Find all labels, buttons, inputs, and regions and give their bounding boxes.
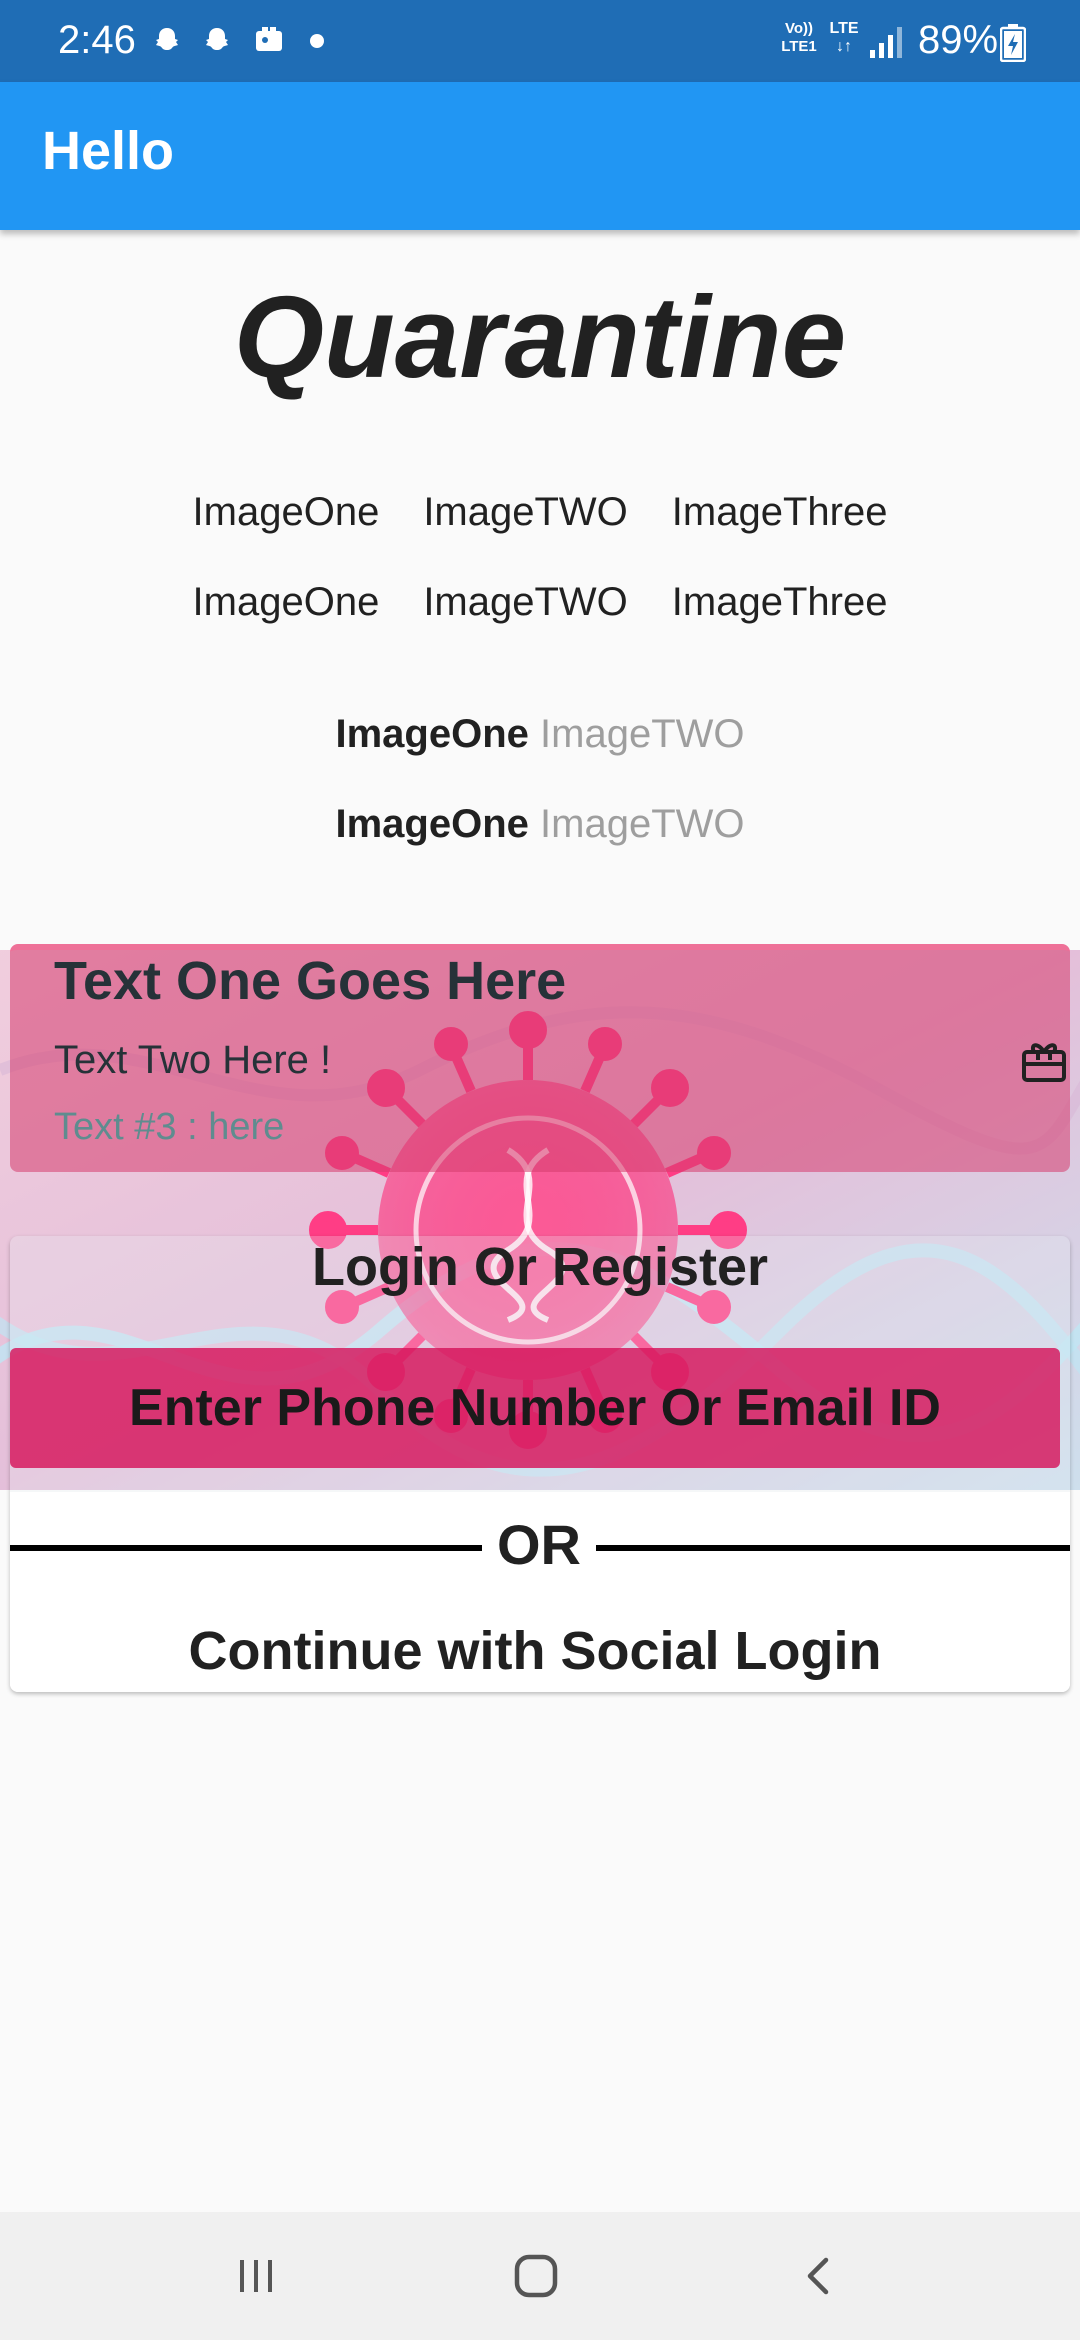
signal-icon — [870, 27, 902, 58]
image-label: ImageOne — [192, 490, 380, 534]
gift-card-icon[interactable] — [1020, 1038, 1068, 1086]
image-label: ImageTWO — [423, 580, 628, 624]
notification-dot — [310, 34, 324, 48]
image-row: ImageOne ImageTWO ImageThree — [0, 490, 1080, 535]
or-label: OR — [497, 1513, 581, 1576]
mixed-bold-label: ImageOne — [335, 802, 529, 846]
image-row: ImageOne ImageTWO ImageThree — [0, 580, 1080, 625]
volte-icon: Vo)) LTE1 — [781, 20, 817, 55]
page-title: Quarantine — [233, 272, 847, 402]
mixed-grey-label: ImageTWO — [540, 802, 745, 846]
social-login-button[interactable]: Continue with Social Login — [0, 1620, 1070, 1682]
back-icon[interactable] — [778, 2242, 858, 2310]
app-bar: Hello — [0, 82, 1080, 230]
image-label: ImageOne — [192, 580, 380, 624]
app-bar-title: Hello — [42, 121, 175, 181]
screen: 2:46 Vo)) LTE1 LTE ↓↑ 89% Hello Quaranti… — [0, 0, 1080, 2340]
snapchat-icon — [200, 22, 234, 58]
home-icon[interactable] — [496, 2242, 576, 2310]
battery-percentage: 89% — [918, 18, 999, 62]
lte-icon: LTE ↓↑ — [829, 20, 859, 55]
snapchat-icon — [150, 22, 184, 58]
mixed-row: ImageOne ImageTWO — [0, 712, 1080, 757]
card-caption: Text #3 : here — [54, 1106, 285, 1148]
info-card[interactable]: Text One Goes Here Text Two Here ! Text … — [10, 944, 1070, 1172]
status-time: 2:46 — [58, 18, 136, 62]
mixed-bold-label: ImageOne — [335, 712, 529, 756]
or-divider: OR — [10, 1512, 1070, 1582]
battery-charging-icon — [1000, 24, 1026, 62]
navigation-bar — [0, 2212, 1080, 2340]
image-label: ImageTWO — [423, 490, 628, 534]
phone-email-button[interactable]: Enter Phone Number Or Email ID — [10, 1348, 1060, 1468]
image-label: ImageThree — [671, 490, 888, 534]
login-title: Login Or Register — [311, 1237, 769, 1297]
mixed-grey-label: ImageTWO — [540, 712, 745, 756]
card-subtitle: Text Two Here ! — [54, 1038, 332, 1082]
divider-line — [10, 1545, 482, 1551]
recent-apps-icon[interactable] — [216, 2242, 296, 2310]
card-title: Text One Goes Here — [54, 951, 567, 1011]
gallery-icon — [252, 22, 286, 58]
divider-line — [596, 1545, 1070, 1551]
mixed-row: ImageOne ImageTWO — [0, 802, 1080, 847]
image-label: ImageThree — [671, 580, 888, 624]
status-bar: 2:46 Vo)) LTE1 LTE ↓↑ 89% — [0, 0, 1080, 82]
